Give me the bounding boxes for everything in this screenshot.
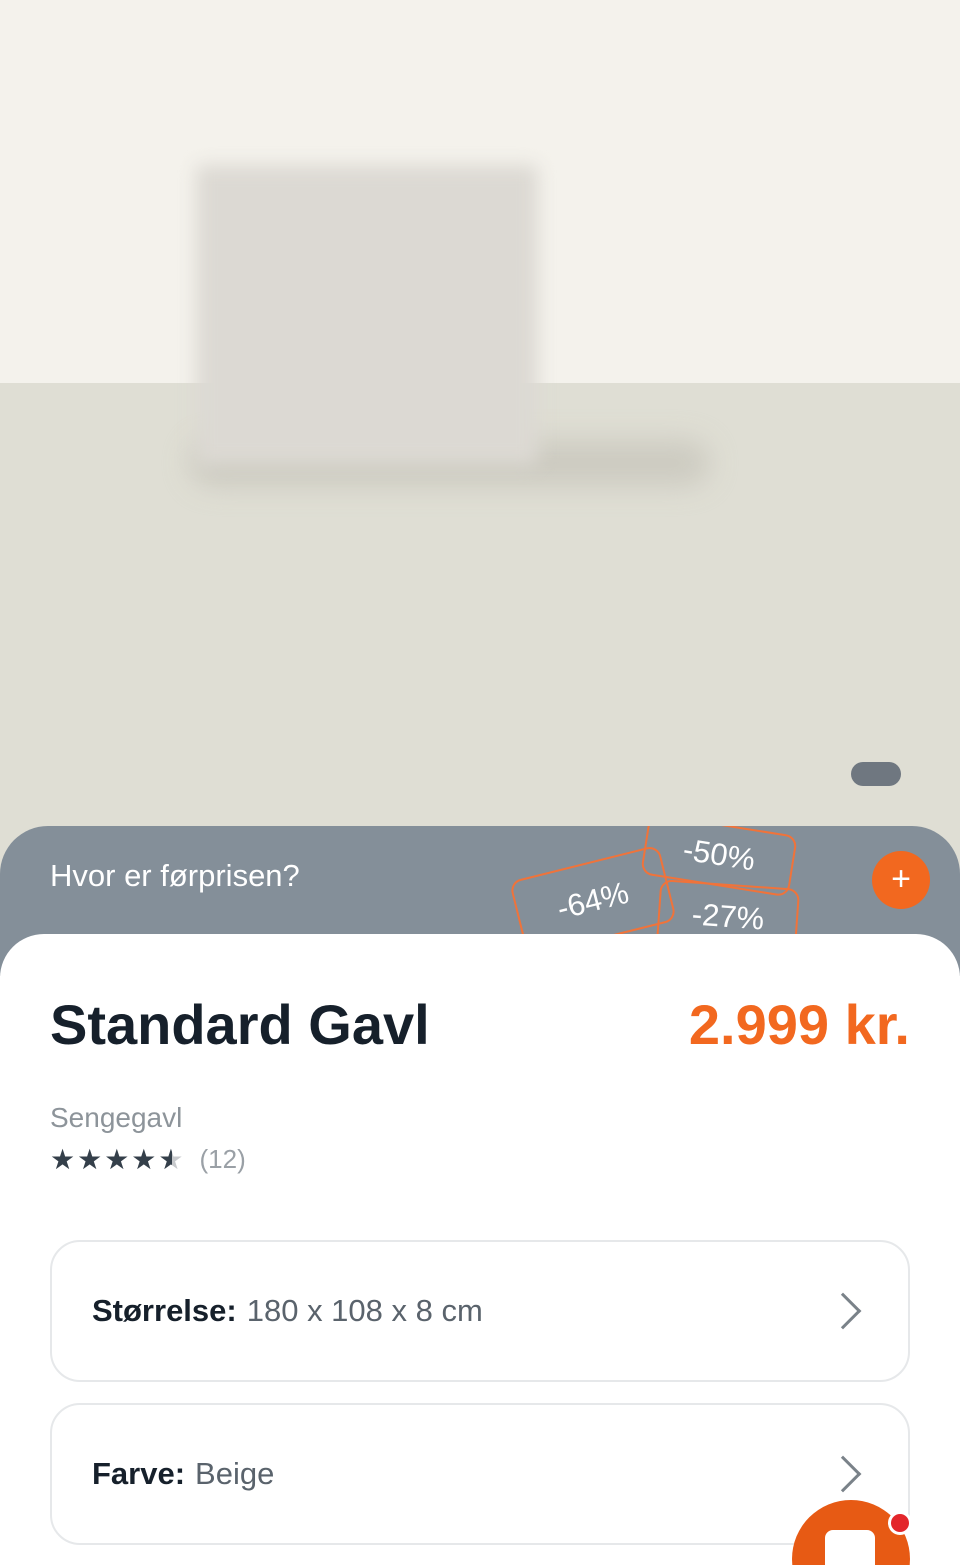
plus-icon: + xyxy=(891,860,911,898)
notification-badge xyxy=(888,1511,912,1535)
product-image-gallery[interactable] xyxy=(0,0,960,880)
color-value: Beige xyxy=(195,1456,275,1491)
chevron-right-icon xyxy=(824,1292,862,1330)
chat-icon xyxy=(825,1530,875,1565)
color-label: Farve: xyxy=(92,1456,186,1491)
price-info-text: Hvor er førprisen? xyxy=(50,858,300,893)
size-selector[interactable]: Størrelse: 180 x 108 x 8 cm xyxy=(50,1240,910,1382)
product-title: Standard Gavl xyxy=(50,993,430,1056)
product-price: 2.999 kr. xyxy=(688,993,910,1056)
expand-price-info-button[interactable]: + xyxy=(872,851,930,909)
product-rating[interactable]: ★★★★★ ★★★★★ (12) xyxy=(50,1144,246,1175)
star-rating: ★★★★★ ★★★★★ xyxy=(50,1145,186,1174)
color-selector[interactable]: Farve: Beige xyxy=(50,1403,910,1545)
product-details-sheet: Standard Gavl 2.999 kr. Sengegavl ★★★★★ … xyxy=(0,934,960,1565)
product-image-headboard xyxy=(196,165,538,465)
product-category: Sengegavl xyxy=(50,1102,183,1133)
size-value: 180 x 108 x 8 cm xyxy=(246,1293,483,1328)
gallery-pagination-indicator[interactable] xyxy=(851,762,901,786)
size-label: Størrelse: xyxy=(92,1293,237,1328)
review-count: (12) xyxy=(199,1144,246,1174)
star-icon: ★★★★★ xyxy=(50,1145,172,1174)
chevron-right-icon xyxy=(824,1455,862,1493)
